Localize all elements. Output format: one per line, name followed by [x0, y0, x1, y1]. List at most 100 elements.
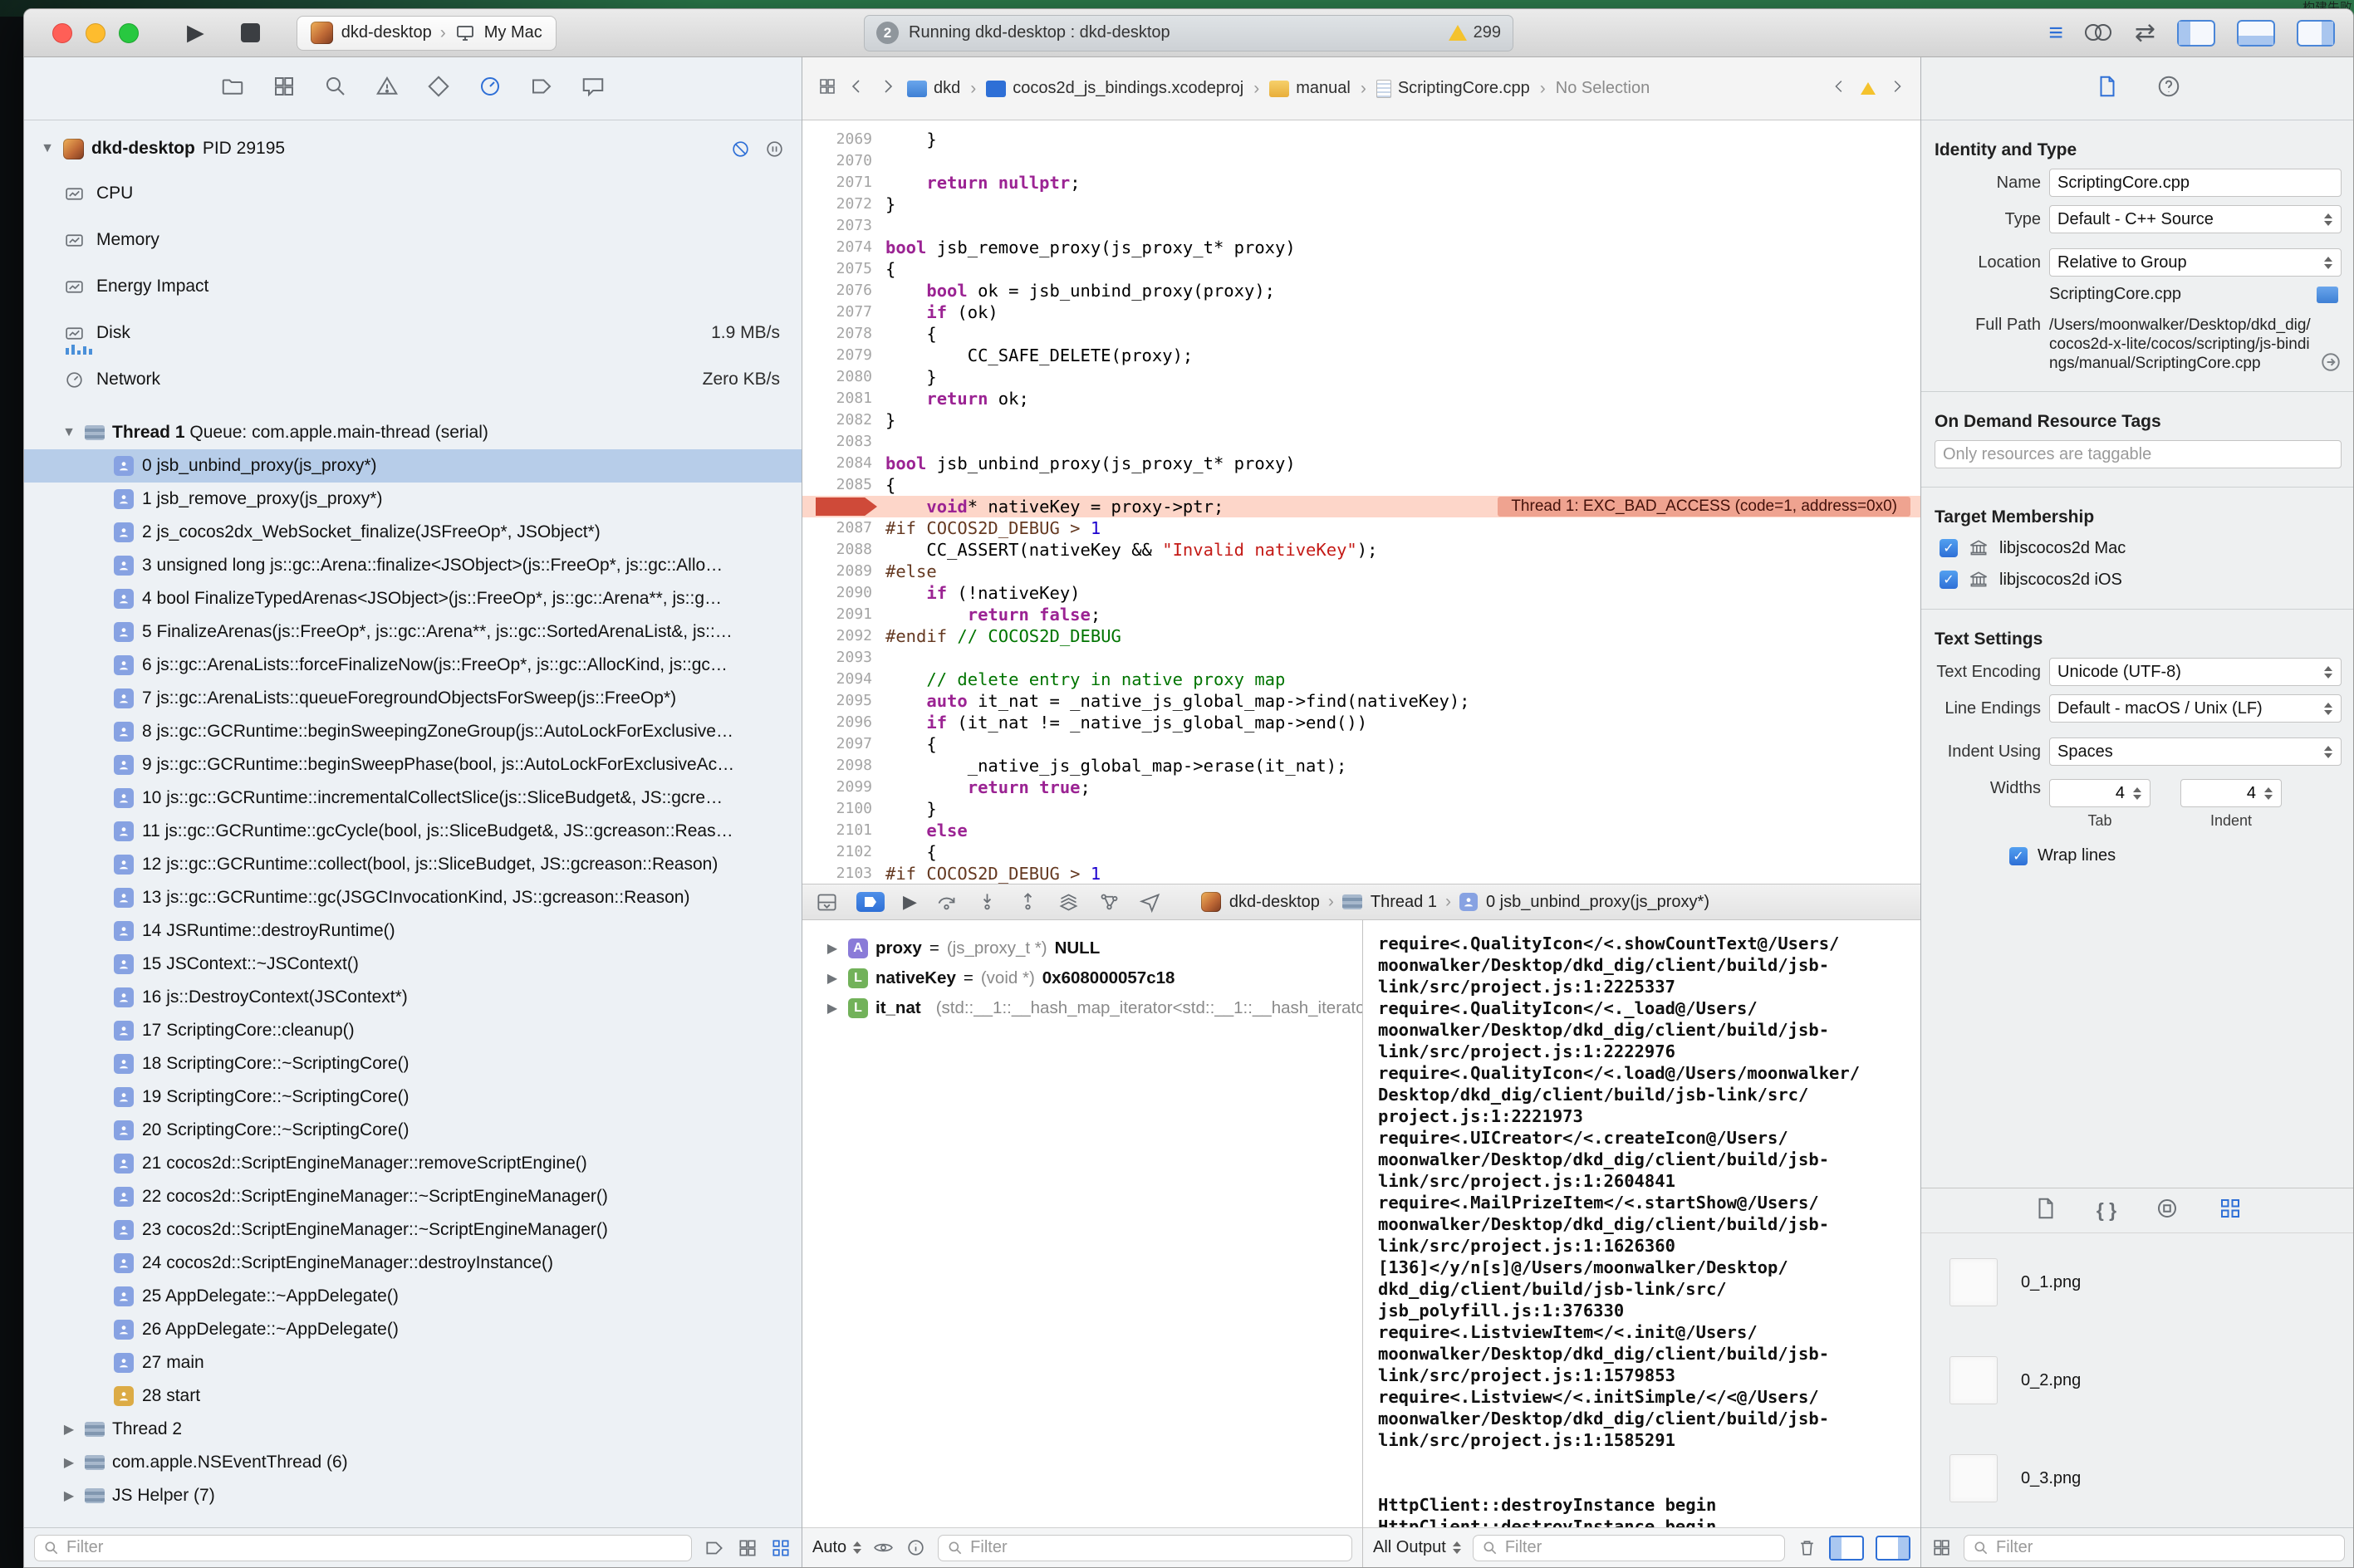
checkbox-checked-icon[interactable]: ✓ — [1940, 539, 1958, 557]
stack-frame-row[interactable]: 22 cocos2d::ScriptEngineManager::~Script… — [24, 1180, 802, 1213]
library-filter-field[interactable] — [1964, 1534, 2345, 1561]
wrap-lines-row[interactable]: ✓ Wrap lines — [1935, 846, 2342, 865]
zoom-button[interactable] — [119, 22, 139, 43]
dock-variables-button[interactable] — [1829, 1535, 1864, 1561]
variable-row[interactable]: ▶ LnativeKey = (void *) 0x608000057c18 — [802, 963, 1362, 993]
code-snippet-library-tab[interactable]: { } — [2097, 1199, 2116, 1222]
code-text[interactable]: void* nativeKey = proxy->ptr; — [885, 497, 1224, 517]
code-text[interactable]: return true; — [885, 777, 1091, 797]
disclosure-open-icon[interactable]: ▼ — [61, 425, 77, 440]
code-text[interactable]: #if COCOS2D_DEBUG > 1 — [885, 518, 1101, 538]
standard-editor-button[interactable]: ≡ — [2048, 20, 2063, 46]
indent-using-popup[interactable]: Spaces — [2049, 737, 2342, 766]
toggle-inspector-button[interactable] — [2297, 19, 2335, 47]
close-button[interactable] — [52, 22, 72, 43]
media-library-tab[interactable] — [2218, 1196, 2243, 1225]
checkbox-checked-icon[interactable]: ✓ — [1940, 571, 1958, 589]
debug-crumb-process[interactable]: dkd-desktop — [1229, 893, 1320, 912]
debug-crumb-thread[interactable]: Thread 1 — [1371, 893, 1437, 912]
breadcrumb-selection[interactable]: No Selection — [1556, 79, 1650, 98]
find-navigator-tab[interactable] — [323, 74, 348, 103]
gauge-row-energy[interactable]: Energy Impact — [24, 263, 802, 310]
step-into-icon[interactable] — [976, 891, 998, 914]
disclosure-open-icon[interactable]: ▼ — [39, 141, 56, 156]
media-item[interactable]: 0_1.png — [1921, 1233, 2353, 1331]
scheme-selector[interactable]: dkd-desktop › My Mac — [296, 15, 557, 51]
stack-frame-row[interactable]: 28 start — [24, 1379, 802, 1413]
previous-issue-icon[interactable] — [1831, 77, 1849, 100]
clear-console-trash-icon[interactable] — [1797, 1537, 1817, 1558]
version-editor-button[interactable]: ⇄ — [2135, 20, 2155, 46]
code-text[interactable]: return false; — [885, 605, 1101, 625]
toggle-debug-area-button[interactable] — [2237, 19, 2275, 47]
step-out-icon[interactable] — [1017, 891, 1039, 914]
stack-frame-row[interactable]: 27 main — [24, 1346, 802, 1379]
code-text[interactable]: return nullptr; — [885, 173, 1080, 193]
variable-row[interactable]: ▶ Lit_nat (std::__1::__hash_map_iterator<… — [802, 993, 1362, 1023]
view-hierarchy-icon[interactable] — [1057, 891, 1080, 914]
reveal-in-finder-icon[interactable] — [2320, 351, 2342, 373]
stack-frame-row[interactable]: 9 js::gc::GCRuntime::beginSweepPhase(boo… — [24, 748, 802, 782]
console-scope-popup[interactable]: All Output — [1373, 1538, 1461, 1557]
code-text[interactable]: CC_SAFE_DELETE(proxy); — [885, 345, 1194, 365]
stack-frame-row[interactable]: 23 cocos2d::ScriptEngineManager::~Script… — [24, 1213, 802, 1247]
breadcrumb-xcodeproj[interactable]: cocos2d_js_bindings.xcodeproj — [986, 79, 1243, 98]
issues-indicator[interactable]: 299 — [1448, 23, 1501, 42]
project-navigator-tab[interactable] — [220, 74, 245, 103]
media-item[interactable]: 0_3.png — [1921, 1429, 2353, 1527]
code-text[interactable]: { — [885, 842, 936, 862]
process-view-mode-icon[interactable] — [764, 139, 785, 159]
toggle-navigator-button[interactable] — [2177, 19, 2215, 47]
error-annotation[interactable]: Thread 1: EXC_BAD_ACCESS (code=1, addres… — [1498, 497, 1910, 517]
quick-help-tab[interactable] — [2156, 74, 2181, 103]
checkbox-checked-icon[interactable]: ✓ — [2009, 846, 2028, 865]
navigator-filter-input[interactable] — [66, 1538, 683, 1557]
line-endings-popup[interactable]: Default - macOS / Unix (LF) — [2049, 694, 2342, 723]
target-row-mac[interactable]: ✓ libjscocos2d Mac — [1935, 537, 2342, 559]
code-text[interactable]: } — [885, 130, 936, 149]
name-field[interactable] — [2049, 169, 2342, 197]
stack-frame-row[interactable]: 19 ScriptingCore::~ScriptingCore() — [24, 1080, 802, 1114]
location-popup[interactable]: Relative to Group — [2049, 248, 2342, 277]
stack-frame-row[interactable]: 4 bool FinalizeTypedArenas<JSObject>(js:… — [24, 582, 802, 615]
console-output[interactable]: require<.QualityIcon</<.showCountText@/U… — [1363, 920, 1920, 1527]
breadcrumb-group[interactable]: manual — [1269, 79, 1351, 98]
stack-frame-row[interactable]: 13 js::gc::GCRuntime::gc(JSGCInvocationK… — [24, 881, 802, 914]
stack-frame-row[interactable]: 10 js::gc::GCRuntime::incrementalCollect… — [24, 782, 802, 815]
disclosure-closed-icon[interactable]: ▶ — [61, 1487, 77, 1504]
disclosure-closed-icon[interactable]: ▶ — [824, 1000, 841, 1017]
console-filter-field[interactable] — [1472, 1534, 1785, 1561]
gauge-row-network[interactable]: Network Zero KB/s — [24, 356, 802, 403]
gauge-row-cpu[interactable]: CPU — [24, 170, 802, 217]
next-issue-icon[interactable] — [1887, 77, 1905, 100]
debug-navigator-tab[interactable] — [478, 74, 503, 103]
disclosure-closed-icon[interactable]: ▶ — [824, 970, 841, 987]
code-text[interactable]: bool jsb_remove_proxy(js_proxy_t* proxy) — [885, 238, 1296, 257]
symbol-navigator-tab[interactable] — [272, 74, 297, 103]
code-text[interactable]: } — [885, 410, 895, 430]
code-text[interactable]: } — [885, 799, 936, 819]
gauge-row-memory[interactable]: Memory — [24, 217, 802, 263]
code-text[interactable]: { — [885, 324, 936, 344]
code-text[interactable]: if (it_nat != _native_js_global_map->end… — [885, 713, 1367, 733]
code-text[interactable]: { — [885, 734, 936, 754]
media-item[interactable]: 0_2.png — [1921, 1331, 2353, 1429]
report-navigator-tab[interactable] — [581, 74, 606, 103]
issue-warning-icon[interactable] — [1861, 82, 1876, 95]
step-over-icon[interactable] — [935, 891, 958, 914]
stack-frame-row[interactable]: 24 cocos2d::ScriptEngineManager::destroy… — [24, 1247, 802, 1280]
code-text[interactable]: } — [885, 194, 895, 214]
minimize-button[interactable] — [86, 22, 105, 43]
gauge-row-disk[interactable]: Disk 1.9 MB/s — [24, 310, 802, 356]
file-template-library-tab[interactable] — [2033, 1196, 2058, 1225]
related-items-icon[interactable] — [817, 76, 837, 101]
assistant-editor-button[interactable] — [2084, 23, 2113, 42]
tab-width-stepper[interactable]: 4 — [2049, 779, 2150, 807]
code-text[interactable]: _native_js_global_map->erase(it_nat); — [885, 756, 1347, 776]
thread-row[interactable]: ▶ Thread 2 — [24, 1413, 802, 1446]
stepper-arrows-icon[interactable] — [2260, 783, 2277, 803]
stepper-arrows-icon[interactable] — [2129, 783, 2146, 803]
quicklook-eye-icon[interactable] — [873, 1537, 894, 1558]
dock-console-button[interactable] — [1876, 1535, 1910, 1561]
code-text[interactable]: if (ok) — [885, 302, 998, 322]
